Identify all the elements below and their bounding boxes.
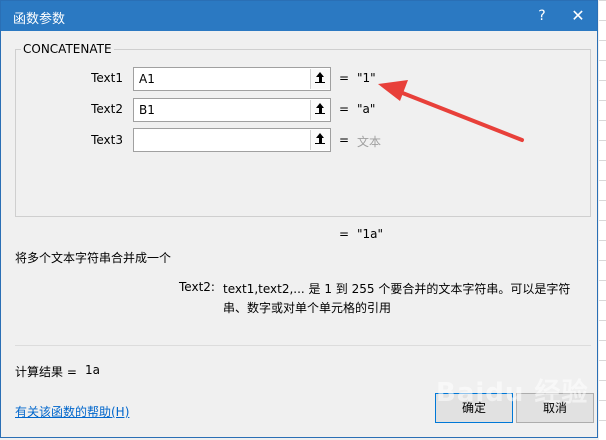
- text3-collapse-button[interactable]: [310, 130, 330, 150]
- text1-collapse-button[interactable]: [310, 69, 330, 89]
- formula-result: "1a": [357, 227, 384, 241]
- calc-result-label: 计算结果 =: [15, 365, 77, 379]
- text2-equals: =: [339, 102, 350, 116]
- text2-collapse-button[interactable]: [310, 100, 330, 120]
- function-name: CONCATENATE: [21, 42, 114, 56]
- arg-label-text3: Text3: [91, 133, 123, 147]
- close-button[interactable]: ✕: [567, 5, 589, 27]
- text3-input[interactable]: [133, 128, 331, 152]
- text2-value: B1: [139, 103, 155, 117]
- dialog-title: 函数参数: [13, 12, 66, 27]
- argument-help-name: Text2:: [179, 280, 215, 294]
- spreadsheet-background: [599, 0, 606, 440]
- text1-equals: =: [339, 71, 350, 85]
- watermark: Baidu 经验: [436, 378, 589, 408]
- text3-result: 文本: [357, 135, 382, 149]
- text2-input[interactable]: B1: [133, 98, 331, 122]
- text2-result: "a": [357, 102, 376, 116]
- arg-label-text1: Text1: [91, 71, 123, 85]
- text1-result: "1": [357, 71, 376, 85]
- help-button[interactable]: ?: [531, 6, 553, 26]
- text1-input[interactable]: A1: [133, 67, 331, 91]
- argument-help-text: text1,text2,... 是 1 到 255 个要合并的文本字符串。可以是…: [223, 282, 571, 315]
- calc-result-value: 1a: [85, 363, 100, 377]
- formula-equals: =: [339, 227, 350, 241]
- text3-equals: =: [339, 133, 350, 147]
- text1-value: A1: [139, 72, 155, 86]
- title-bar[interactable]: 函数参数 ? ✕: [1, 1, 597, 31]
- divider: [15, 345, 591, 346]
- arg-label-text2: Text2: [91, 102, 123, 116]
- function-help-link[interactable]: 有关该函数的帮助(H): [15, 403, 129, 420]
- function-description: 将多个文本字符串合并成一个: [15, 251, 172, 265]
